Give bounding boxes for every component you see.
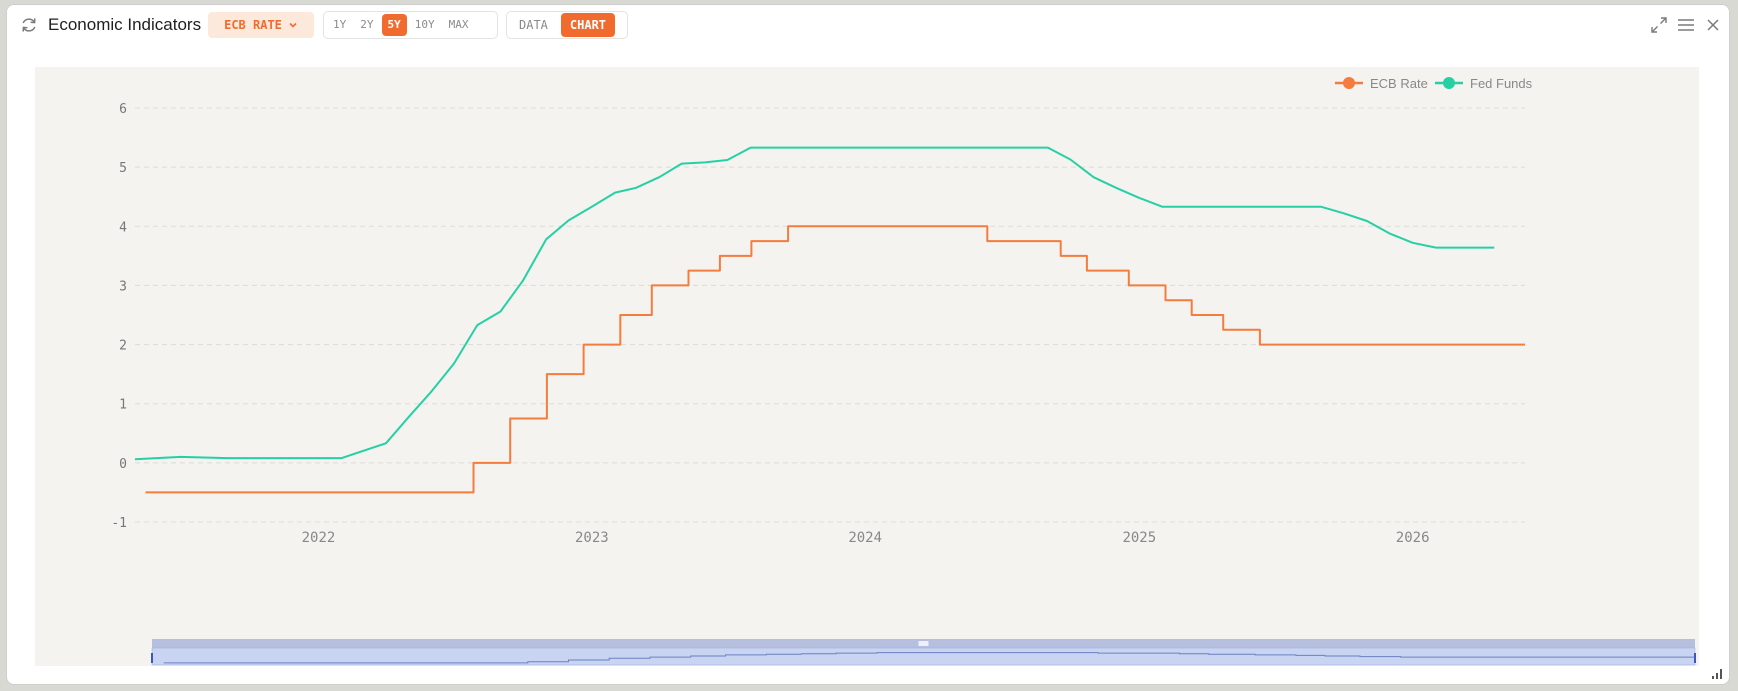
legend: ECB Rate Fed Funds bbox=[1335, 76, 1533, 91]
widget-panel: Economic Indicators ECB RATE 1Y 2Y 5Y 10… bbox=[6, 4, 1730, 685]
y-tick-label: 5 bbox=[119, 161, 127, 176]
y-tick-label: 4 bbox=[119, 220, 127, 235]
resize-grip-icon[interactable] bbox=[1711, 666, 1725, 680]
series-line-ecb-rate bbox=[145, 225, 1525, 494]
chart-view-button[interactable]: CHART bbox=[560, 13, 616, 37]
x-tick-label: 2023 bbox=[575, 530, 609, 546]
widget-title: Economic Indicators bbox=[48, 15, 202, 34]
x-tick-label: 2024 bbox=[848, 530, 882, 546]
range-navigator bbox=[151, 639, 1696, 666]
time-range-selector: 1Y 2Y 5Y 10Y MAX bbox=[323, 11, 498, 39]
refresh-icon[interactable] bbox=[19, 15, 39, 35]
legend-item[interactable]: Fed Funds bbox=[1435, 76, 1533, 91]
x-tick-label: 2025 bbox=[1122, 530, 1156, 546]
series-dropdown[interactable]: ECB RATE bbox=[208, 12, 314, 38]
x-tick-label: 2022 bbox=[302, 530, 336, 546]
range-10y-button[interactable]: 10Y bbox=[409, 14, 441, 36]
expand-icon[interactable] bbox=[1650, 16, 1668, 34]
y-tick-label: 1 bbox=[119, 398, 127, 413]
legend-swatch-dot bbox=[1343, 77, 1355, 89]
legend-item[interactable]: ECB Rate bbox=[1335, 76, 1428, 91]
navigator-grip-icon[interactable] bbox=[918, 641, 929, 646]
navigator-left-handle[interactable] bbox=[151, 653, 153, 663]
y-tick-label: 2 bbox=[119, 339, 127, 354]
menu-icon[interactable] bbox=[1677, 16, 1695, 34]
y-tick-label: 3 bbox=[119, 279, 127, 294]
legend-swatch-dot bbox=[1443, 77, 1455, 89]
chart-area: -1 0 1 2 3 4 5 6 2022 2023 2024 2025 2026 ECB Rate F… bbox=[35, 67, 1699, 666]
series-line-fed-funds bbox=[134, 146, 1495, 461]
widget-header: Economic Indicators ECB RATE 1Y 2Y 5Y 10… bbox=[7, 5, 1729, 45]
legend-label: ECB Rate bbox=[1370, 76, 1428, 91]
navigator-right-handle[interactable] bbox=[1694, 653, 1696, 663]
y-tick-label: 6 bbox=[119, 102, 127, 117]
range-2y-button[interactable]: 2Y bbox=[354, 14, 379, 36]
y-tick-label: 0 bbox=[119, 457, 127, 472]
y-tick-label: -1 bbox=[111, 516, 127, 531]
series-dropdown-label: ECB RATE bbox=[224, 18, 282, 32]
grid-lines bbox=[135, 107, 1525, 523]
series-lines bbox=[134, 146, 1525, 494]
y-axis-ticks: -1 0 1 2 3 4 5 6 bbox=[111, 102, 127, 531]
x-tick-label: 2026 bbox=[1396, 530, 1430, 546]
x-axis-ticks: 2022 2023 2024 2025 2026 bbox=[302, 530, 1430, 546]
range-max-button[interactable]: MAX bbox=[443, 14, 475, 36]
close-icon[interactable] bbox=[1704, 16, 1722, 34]
data-view-button[interactable]: DATA bbox=[510, 13, 557, 37]
range-5y-button[interactable]: 5Y bbox=[381, 14, 407, 36]
view-toggle: DATA CHART bbox=[506, 11, 628, 39]
range-1y-button[interactable]: 1Y bbox=[327, 14, 352, 36]
legend-label: Fed Funds bbox=[1470, 76, 1533, 91]
line-chart: -1 0 1 2 3 4 5 6 2022 2023 2024 2025 2026 ECB Rate F… bbox=[111, 76, 1696, 666]
chevron-down-icon bbox=[289, 22, 297, 28]
